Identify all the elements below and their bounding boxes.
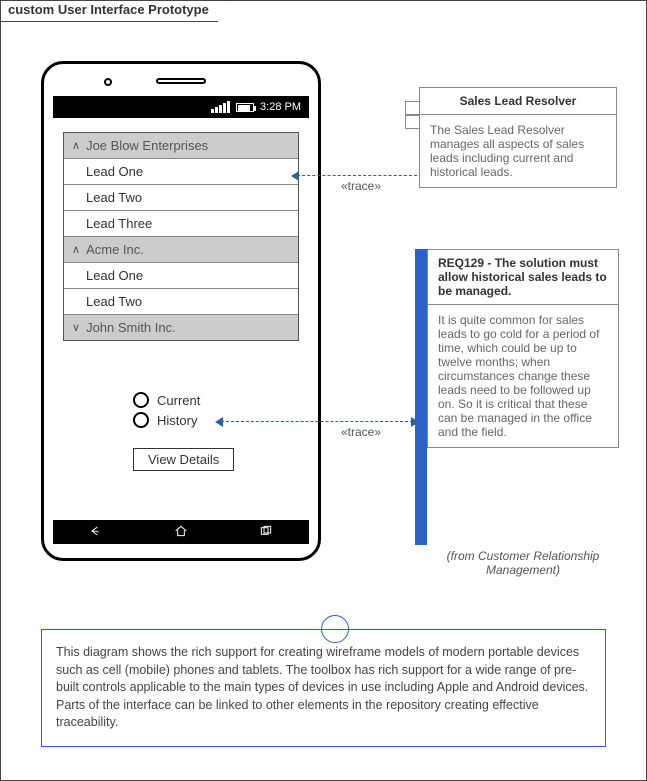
- radio-label: History: [157, 413, 197, 428]
- group-header[interactable]: ∧ Joe Blow Enterprises: [64, 133, 298, 159]
- list-item[interactable]: Lead One: [64, 159, 298, 185]
- radio-history[interactable]: History: [133, 412, 200, 428]
- requirement-title: REQ129 - The solution must allow histori…: [428, 250, 618, 305]
- list-item[interactable]: Lead Two: [64, 289, 298, 315]
- frame-title: custom User Interface Prototype: [0, 0, 228, 22]
- radio-current[interactable]: Current: [133, 392, 200, 408]
- phone-device: 3:28 PM ∧ Joe Blow Enterprises Lead One …: [41, 61, 321, 561]
- view-details-button[interactable]: View Details: [133, 448, 234, 471]
- status-bar: 3:28 PM: [53, 96, 309, 118]
- chevron-down-icon: ∨: [72, 321, 80, 334]
- trace-connector: [297, 175, 417, 176]
- phone-screen: ∧ Joe Blow Enterprises Lead One Lead Two…: [53, 118, 309, 520]
- element-title: Sales Lead Resolver: [420, 88, 616, 115]
- lead-list: ∧ Joe Blow Enterprises Lead One Lead Two…: [63, 132, 299, 341]
- phone-camera-dot: [104, 78, 112, 86]
- home-icon[interactable]: [173, 523, 189, 542]
- list-item[interactable]: Lead One: [64, 263, 298, 289]
- arrowhead-left-icon: [215, 417, 223, 427]
- chevron-up-icon: ∧: [72, 243, 80, 256]
- trace-connector: [221, 421, 413, 422]
- status-time: 3:28 PM: [260, 101, 301, 113]
- diagram-frame: custom User Interface Prototype 3:28 PM …: [0, 0, 647, 781]
- trace-label: «trace»: [341, 179, 381, 193]
- signal-icon: [211, 101, 230, 113]
- phone-speaker: [156, 78, 206, 84]
- arrowhead-left-icon: [291, 171, 299, 181]
- group-label: John Smith Inc.: [86, 320, 176, 335]
- chevron-up-icon: ∧: [72, 139, 80, 152]
- radio-icon: [133, 392, 149, 408]
- radio-group: Current History: [133, 388, 200, 432]
- requirement-source-caption: (from Customer Relationship Management): [427, 549, 619, 577]
- requirement-req129[interactable]: REQ129 - The solution must allow histori…: [427, 249, 619, 448]
- diagram-note: This diagram shows the rich support for …: [41, 629, 606, 747]
- group-label: Joe Blow Enterprises: [86, 138, 208, 153]
- group-header[interactable]: ∨ John Smith Inc.: [64, 315, 298, 340]
- recent-apps-icon[interactable]: [258, 523, 274, 542]
- list-item[interactable]: Lead Two: [64, 185, 298, 211]
- list-item[interactable]: Lead Three: [64, 211, 298, 237]
- radio-icon: [133, 412, 149, 428]
- requirement-blue-bar: [415, 249, 427, 545]
- requirement-body: It is quite common for sales leads to go…: [428, 305, 618, 447]
- back-icon[interactable]: [88, 523, 104, 542]
- group-label: Acme Inc.: [86, 242, 144, 257]
- radio-label: Current: [157, 393, 200, 408]
- trace-label: «trace»: [341, 425, 381, 439]
- android-navbar: [53, 520, 309, 544]
- group-header[interactable]: ∧ Acme Inc.: [64, 237, 298, 263]
- element-body: The Sales Lead Resolver manages all aspe…: [420, 115, 616, 187]
- battery-icon: [236, 103, 254, 112]
- element-sales-lead-resolver[interactable]: Sales Lead Resolver The Sales Lead Resol…: [419, 87, 617, 188]
